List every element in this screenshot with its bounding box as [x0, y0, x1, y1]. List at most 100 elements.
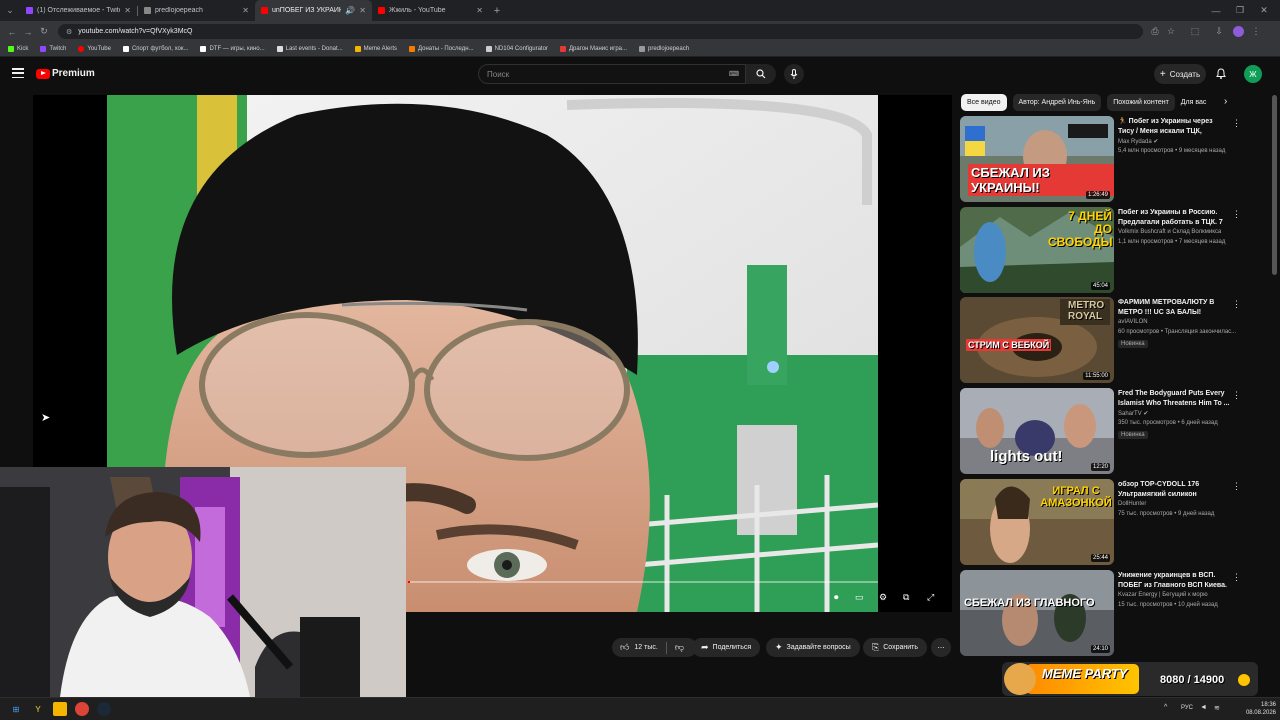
forward-icon[interactable]: → [20, 27, 36, 37]
like-icon[interactable]: 👍︎ [620, 642, 629, 653]
channel-name[interactable]: Kvazar Energy | Бегущий к морю [1118, 592, 1208, 598]
search-button[interactable] [746, 64, 776, 84]
keyboard-icon[interactable]: ⌨ [729, 70, 739, 78]
bookmark-star-icon[interactable]: ☆ [1163, 26, 1179, 37]
channel-name[interactable]: DollHunter [1118, 501, 1146, 507]
chip-author[interactable]: Автор: Андрей Инь-Янь [1012, 94, 1102, 111]
browser-tab-predlojoepeach[interactable]: predlojoepeach ✕ [138, 0, 255, 21]
notifications-bell-icon[interactable] [1216, 68, 1226, 82]
browser-tab-twitch[interactable]: (1) Отслеживаемое - Twitch ✕ [20, 0, 137, 21]
bookmark-youtube[interactable]: YouTube [78, 46, 111, 52]
subtitles-icon[interactable]: ▭ [855, 592, 864, 603]
recommended-video[interactable]: СБЕЖАЛ ИЗ ГЛАВНОГО ВСП КИЕВА 24:10 Униже… [960, 570, 1250, 658]
channel-name[interactable]: Volkmix Bushcraft и Склад Волкмикса [1118, 229, 1221, 235]
install-icon[interactable]: ⎙ [1147, 26, 1163, 37]
yandex-browser-icon[interactable]: Y [31, 702, 45, 716]
bookmark-dtf[interactable]: DTF — игры, кино... [200, 46, 265, 52]
site-info-icon[interactable]: ⚙ [66, 28, 72, 36]
browser-tab-youtube-active[interactable]: unПОБЕГ ИЗ УКРАИНЫ | П... 🔊 ✕ [255, 0, 372, 21]
chip-similar[interactable]: Похожий контент [1107, 94, 1175, 111]
mic-button[interactable] [784, 64, 804, 84]
save-button[interactable]: ⎘ Сохранить [863, 638, 927, 657]
start-windows-icon[interactable]: ⊞ [9, 702, 23, 716]
video-title[interactable]: ФАРМИМ МЕТРОВАЛЮТУ В МЕТРО !!! UC ЗА БАЛ… [1118, 298, 1230, 318]
close-icon[interactable]: ✕ [124, 6, 131, 15]
bookmark-meme-alerts[interactable]: Meme Alerts [354, 46, 397, 52]
bookmark-predlojoepeach[interactable]: predlojoepeach [639, 46, 689, 52]
speaker-icon[interactable]: 🔊 [345, 6, 355, 15]
system-clock[interactable]: 18:36 08.08.2026 [1246, 701, 1276, 717]
chrome-icon[interactable] [75, 702, 89, 716]
miniplayer-icon[interactable]: ⧉ [903, 592, 909, 603]
account-avatar[interactable]: Ж [1244, 65, 1262, 83]
video-menu-dots-icon[interactable]: ⋮ [1232, 481, 1241, 492]
video-thumbnail[interactable]: ИГРАЛ С АМАЗОНКОЙ 25:44 [960, 479, 1114, 565]
video-thumbnail[interactable]: METRO ROYAL СТРИМ С ВЕБКОЙ 11:55:00 [960, 297, 1114, 383]
video-thumbnail[interactable]: СБЕЖАЛ ИЗ УКРАИНЫ! 1:26:49 [960, 116, 1114, 202]
new-tab-button[interactable]: + [489, 5, 505, 17]
channel-name[interactable]: SaharTV ✔ [1118, 410, 1148, 417]
youtube-logo[interactable]: Premium [36, 68, 95, 79]
chips-next-arrow-icon[interactable]: › [1224, 96, 1227, 107]
recommended-video[interactable]: ИГРАЛ С АМАЗОНКОЙ 25:44 обзор TOP-CYDOLL… [960, 479, 1250, 567]
share-button[interactable]: ➦ Поделиться [692, 638, 761, 657]
url-field[interactable]: ⚙ youtube.com/watch?v=QfVXyk3McQ [58, 24, 1143, 39]
video-menu-dots-icon[interactable]: ⋮ [1232, 209, 1241, 220]
recommended-video[interactable]: СБЕЖАЛ ИЗ УКРАИНЫ! 1:26:49 🏃 Побег из Ук… [960, 116, 1250, 204]
window-close-icon[interactable]: ✕ [1256, 5, 1272, 16]
video-title[interactable]: Побег из Украины в Россию. Предлагали ра… [1118, 208, 1230, 228]
video-menu-dots-icon[interactable]: ⋮ [1232, 390, 1241, 401]
video-menu-dots-icon[interactable]: ⋮ [1232, 118, 1241, 129]
extensions-icon[interactable]: ⬚ [1187, 26, 1203, 37]
close-icon[interactable]: ✕ [476, 6, 483, 15]
ask-questions-button[interactable]: ✦ Задавайте вопросы [766, 638, 860, 657]
close-icon[interactable]: ✕ [242, 6, 249, 15]
video-title[interactable]: 🏃 Побег из Украины через Тису / Меня иск… [1118, 117, 1230, 137]
settings-gear-icon[interactable]: ⚙ [879, 592, 887, 603]
recommended-video[interactable]: METRO ROYAL СТРИМ С ВЕБКОЙ 11:55:00 ФАРМИ… [960, 297, 1250, 385]
dislike-icon[interactable]: 👎︎ [675, 642, 684, 653]
like-count[interactable]: 12 тыс. [634, 644, 657, 651]
bookmark-sport[interactable]: Спорт футбол, хок... [122, 46, 188, 52]
channel-name[interactable]: Max Rydada ✔ [1118, 138, 1158, 145]
video-menu-dots-icon[interactable]: ⋮ [1232, 572, 1241, 583]
video-title[interactable]: Fred The Bodyguard Puts Every Islamist W… [1118, 389, 1230, 409]
profile-avatar[interactable] [1233, 26, 1244, 37]
close-icon[interactable]: ✕ [359, 6, 366, 15]
channel-name[interactable]: avIAVILON [1118, 319, 1148, 325]
menu-icon[interactable] [12, 68, 24, 78]
fullscreen-icon[interactable]: ⤢ [927, 592, 934, 603]
tray-arrow-icon[interactable]: ^ [1164, 704, 1167, 711]
video-title[interactable]: обзор TOP-CYDOLL 176 Ультрамягкий силико… [1118, 480, 1230, 500]
video-title[interactable]: Унижение украинцев в ВСП. ПОБЕГ из Главн… [1118, 571, 1230, 591]
network-tray-icon[interactable]: ≋ [1214, 704, 1220, 712]
video-thumbnail[interactable]: 7 ДНЕЙ ДО СВОБОДЫ 45:04 [960, 207, 1114, 293]
sidebar-scrollbar[interactable] [1272, 95, 1277, 275]
bookmark-dragon[interactable]: Драгон Манис игра... [559, 46, 627, 52]
file-explorer-icon[interactable] [53, 702, 67, 716]
bookmark-twitch[interactable]: Twitch [40, 46, 66, 52]
bookmark-nd104[interactable]: ND104 Configurator [485, 46, 548, 52]
back-icon[interactable]: ← [4, 27, 20, 37]
recommended-video[interactable]: 7 ДНЕЙ ДО СВОБОДЫ 45:04 Побег из Украины… [960, 207, 1250, 295]
video-thumbnail[interactable]: СБЕЖАЛ ИЗ ГЛАВНОГО ВСП КИЕВА 24:10 [960, 570, 1114, 656]
video-menu-dots-icon[interactable]: ⋮ [1232, 299, 1241, 310]
steam-icon[interactable] [97, 702, 111, 716]
minimize-icon[interactable]: — [1208, 6, 1224, 16]
autoplay-toggle-icon[interactable]: ⏺ [834, 592, 839, 603]
create-button[interactable]: + Создать [1154, 64, 1206, 84]
bookmark-kick[interactable]: Kick [8, 46, 28, 52]
video-thumbnail[interactable]: lights out! 12:20 [960, 388, 1114, 474]
browser-tab-youtube[interactable]: Жжиль - YouTube ✕ [372, 0, 489, 21]
search-input[interactable]: Поиск ⌨ [478, 64, 746, 84]
reload-icon[interactable]: ↻ [36, 26, 52, 37]
video-progress-bar[interactable] [408, 581, 878, 583]
more-actions-button[interactable]: ⋯ [931, 638, 951, 657]
chip-for-you[interactable]: Для вас [1181, 94, 1207, 111]
language-indicator[interactable]: РУС [1181, 705, 1193, 711]
speaker-tray-icon[interactable]: ◄ [1200, 704, 1207, 711]
bookmark-donate[interactable]: Last events - Donat... [276, 46, 343, 52]
maximize-icon[interactable]: ❐ [1232, 5, 1248, 16]
recommended-video[interactable]: lights out! 12:20 Fred The Bodyguard Put… [960, 388, 1250, 476]
chip-all-videos[interactable]: Все видео [961, 94, 1007, 111]
